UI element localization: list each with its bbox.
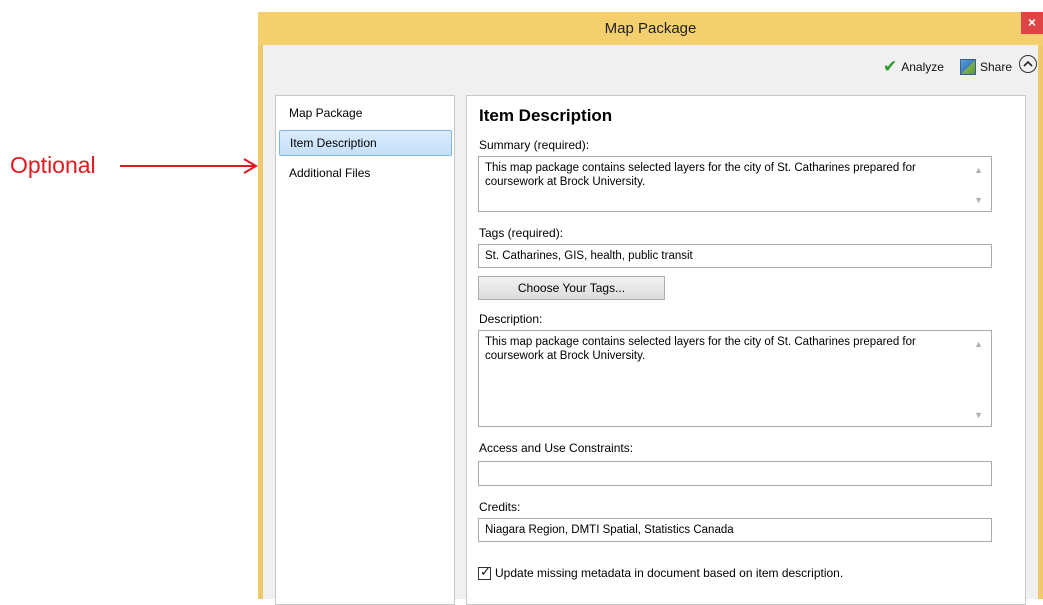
optional-annotation-label: Optional bbox=[10, 152, 96, 178]
toolbar: ✔ Analyze Share bbox=[263, 45, 1038, 83]
update-metadata-row[interactable]: ✓ Update missing metadata in document ba… bbox=[478, 563, 844, 580]
title-bar[interactable]: Map Package × bbox=[258, 12, 1043, 45]
map-package-window: Map Package × ✔ Analyze Share Map Packag… bbox=[258, 12, 1043, 605]
access-constraints-input[interactable] bbox=[478, 461, 992, 486]
analyze-label: Analyze bbox=[901, 60, 944, 74]
nav-item-additional-files[interactable]: Additional Files bbox=[279, 160, 452, 186]
summary-text: This map package contains selected layer… bbox=[485, 162, 916, 188]
share-button[interactable]: Share bbox=[960, 57, 1012, 77]
summary-textarea[interactable]: This map package contains selected layer… bbox=[478, 156, 992, 212]
description-label: Description: bbox=[479, 312, 543, 326]
description-text: This map package contains selected layer… bbox=[485, 336, 916, 362]
nav-item-item-description[interactable]: Item Description bbox=[279, 130, 452, 156]
scroll-down-icon[interactable]: ▼ bbox=[974, 408, 983, 422]
scroll-up-icon[interactable]: ▲ bbox=[974, 163, 983, 177]
update-metadata-label: Update missing metadata in document base… bbox=[495, 566, 844, 580]
credits-input[interactable]: Niagara Region, DMTI Spatial, Statistics… bbox=[478, 518, 992, 542]
close-button[interactable]: × bbox=[1021, 12, 1043, 34]
checkmark-icon: ✓ bbox=[480, 563, 491, 579]
nav-item-map-package[interactable]: Map Package bbox=[279, 100, 452, 126]
tags-label: Tags (required): bbox=[479, 226, 564, 240]
access-constraints-label: Access and Use Constraints: bbox=[479, 441, 634, 455]
navigation-panel: Map Package Item Description Additional … bbox=[275, 95, 455, 605]
share-icon bbox=[960, 59, 976, 75]
scroll-up-icon[interactable]: ▲ bbox=[974, 337, 983, 351]
analyze-button[interactable]: ✔ Analyze bbox=[883, 57, 944, 77]
choose-tags-button[interactable]: Choose Your Tags... bbox=[478, 276, 665, 300]
chevron-up-icon bbox=[1023, 60, 1033, 67]
scroll-down-icon[interactable]: ▼ bbox=[974, 193, 983, 207]
annotation-arrow-icon bbox=[120, 158, 258, 174]
collapse-button[interactable] bbox=[1019, 55, 1037, 73]
credits-label: Credits: bbox=[479, 500, 521, 514]
share-label: Share bbox=[980, 60, 1013, 74]
description-textarea[interactable]: This map package contains selected layer… bbox=[478, 330, 992, 427]
item-description-panel: Item Description Summary (required): Thi… bbox=[466, 95, 1026, 605]
summary-label: Summary (required): bbox=[479, 138, 590, 152]
window-title: Map Package bbox=[604, 20, 697, 37]
checkmark-icon: ✔ bbox=[883, 57, 898, 76]
dialog-client-area: ✔ Analyze Share Map Package Item Descrip… bbox=[263, 45, 1038, 605]
panel-title: Item Description bbox=[479, 106, 613, 125]
tags-input[interactable]: St. Catharines, GIS, health, public tran… bbox=[478, 244, 992, 268]
update-metadata-checkbox[interactable]: ✓ bbox=[478, 563, 491, 580]
